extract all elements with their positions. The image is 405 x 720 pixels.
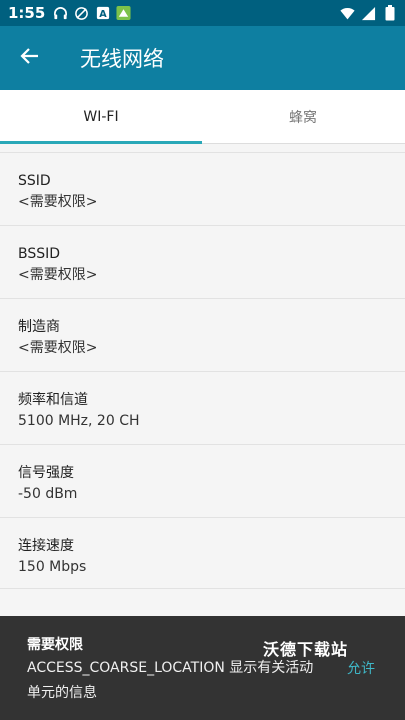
status-bar: 1:55 A [0,0,405,26]
app-bar: 无线网络 [0,26,405,90]
headset-icon [53,6,68,21]
snackbar-message: ACCESS_COARSE_LOCATION 显示有关活动单元的信息 [27,660,314,701]
cellular-icon [361,6,376,21]
info-row-bssid: BSSID <需要权限> [0,225,405,298]
page-title: 无线网络 [80,47,164,71]
info-row-signal: 信号强度 -50 dBm [0,444,405,517]
wifi-info-list: SSID <需要权限> BSSID <需要权限> 制造商 <需要权限> 频率和信… [0,152,405,589]
row-value: <需要权限> [18,340,98,356]
row-label: SSID [18,173,51,189]
status-time: 1:55 [8,4,46,22]
row-label: BSSID [18,246,61,262]
svg-text:A: A [99,9,107,20]
a-box-icon: A [95,6,110,21]
row-label: 制造商 [18,319,60,335]
row-label: 连接速度 [18,538,74,554]
info-row-frequency: 频率和信道 5100 MHz, 20 CH [0,371,405,444]
tab-wifi[interactable]: WI-FI [0,90,202,144]
allow-button[interactable]: 允许 [347,658,375,678]
row-label: 频率和信道 [18,392,88,408]
tab-cellular[interactable]: 蜂窝 [202,90,404,144]
row-value: <需要权限> [18,267,98,283]
row-value: 5100 MHz, 20 CH [18,413,140,429]
row-value: 150 Mbps [18,559,87,575]
arrow-left-icon [20,46,40,70]
watermark-text: 沃德下载站 [263,640,349,659]
row-label: 信号强度 [18,465,74,481]
wifi-icon [340,6,355,21]
row-value: -50 dBm [18,486,78,502]
back-button[interactable] [0,26,60,90]
permission-snackbar: 需要权限 ACCESS_COARSE_LOCATION 显示有关活动单元的信息 … [0,616,405,720]
info-row-ssid: SSID <需要权限> [0,152,405,225]
info-row-manufacturer: 制造商 <需要权限> [0,298,405,371]
battery-icon [382,5,397,21]
tab-bar: WI-FI 蜂窝 [0,90,405,144]
no-sync-icon [74,6,89,21]
info-row-speed: 连接速度 150 Mbps [0,517,405,589]
app-notification-icon [116,5,131,21]
row-value: <需要权限> [18,194,98,210]
